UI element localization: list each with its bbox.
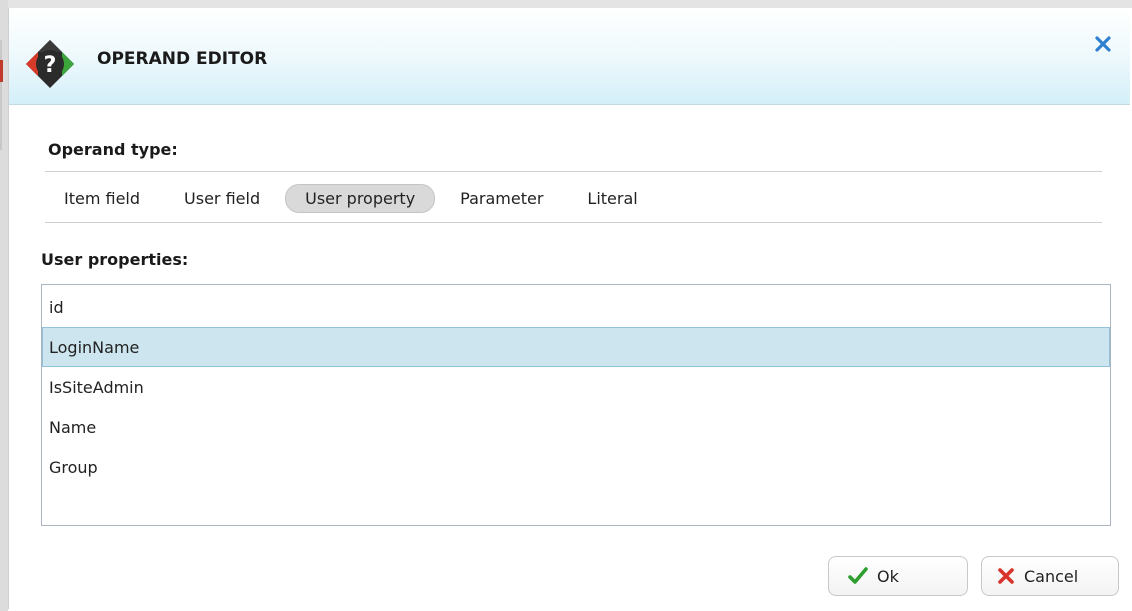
background-edge-mark	[0, 40, 2, 150]
cancel-button-label: Cancel	[1024, 566, 1079, 586]
help-diamond-icon: ?	[26, 40, 74, 88]
user-properties-label: User properties:	[41, 250, 189, 269]
list-item-id[interactable]: id	[42, 287, 1110, 327]
cross-icon	[998, 568, 1014, 584]
tab-user-field[interactable]: User field	[165, 185, 279, 212]
ok-button[interactable]: Ok	[828, 556, 968, 596]
ok-button-label: Ok	[877, 566, 899, 586]
list-item-name[interactable]: Name	[42, 407, 1110, 447]
background-window-left-edge	[0, 0, 8, 611]
operand-type-tabs: Item field User field User property Para…	[45, 183, 663, 213]
cancel-button[interactable]: Cancel	[981, 556, 1119, 596]
background-red-marker	[0, 60, 3, 82]
list-item-loginname[interactable]: LoginName	[42, 327, 1110, 367]
dialog-titlebar: ? OPERAND EDITOR	[9, 8, 1130, 105]
list-item-issiteadmin[interactable]: IsSiteAdmin	[42, 367, 1110, 407]
tab-item-field[interactable]: Item field	[45, 185, 159, 212]
tab-parameter[interactable]: Parameter	[441, 185, 562, 212]
close-icon[interactable]	[1091, 32, 1115, 56]
background-window-edge	[0, 0, 1132, 8]
user-properties-list[interactable]: id LoginName IsSiteAdmin Name Group	[41, 284, 1111, 526]
tab-user-property[interactable]: User property	[285, 183, 436, 213]
dialog-title: OPERAND EDITOR	[97, 49, 268, 69]
operand-editor-dialog: ? OPERAND EDITOR Operand type: Item fiel…	[8, 8, 1130, 609]
checkmark-icon	[848, 567, 868, 584]
list-item-group[interactable]: Group	[42, 447, 1110, 487]
divider	[45, 222, 1102, 223]
svg-text:?: ?	[44, 53, 57, 78]
tab-literal[interactable]: Literal	[568, 185, 656, 212]
operand-type-label: Operand type:	[48, 140, 178, 159]
divider	[45, 171, 1102, 172]
